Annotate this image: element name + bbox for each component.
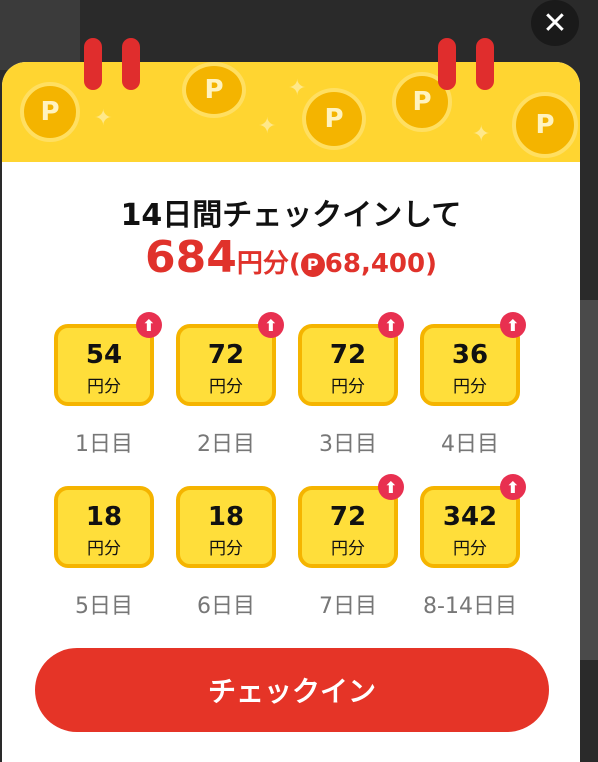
coin-icon: P [302,88,366,150]
day-value: 36 [451,340,489,370]
day-card-2: 72 円分 [176,324,276,406]
day-card-6: 18 円分 [176,486,276,568]
day-label: 8-14日目 [423,594,517,619]
checkin-title: 14日間チェックインして [120,198,462,233]
total-reward-unit: 円分 [236,249,289,279]
day-value: 72 [329,502,367,532]
day-label: 1日目 [75,432,133,457]
day-card-1: 54 円分 [54,324,154,406]
sparkle-icon: ✦ [94,106,113,131]
checkin-button[interactable]: チェックイン [35,648,549,732]
total-reward: 684円分(P 68,400) [145,232,437,283]
sparkle-icon: ✦ [472,122,491,147]
day-card-5: 18 円分 [54,486,154,568]
day-card-4: 36 円分 [420,324,520,406]
points-icon: P [300,252,325,277]
day-label: 3日目 [319,432,377,457]
sparkle-icon: ✦ [258,114,277,139]
total-reward-value: 684 [145,232,237,283]
day-value: 72 [329,340,367,370]
boost-up-icon: ⬆ [500,312,526,338]
day-value: 54 [85,340,123,370]
sparkle-icon: ✦ [288,76,307,101]
day-unit: 円分 [453,539,487,559]
day-unit: 円分 [453,377,487,397]
boost-up-icon: ⬆ [136,312,162,338]
binder-ring [476,38,494,90]
day-value: 342 [442,502,498,532]
day-unit: 円分 [331,377,365,397]
day-card-3: 72 円分 [298,324,398,406]
close-icon: ✕ [542,5,568,41]
day-label: 4日目 [441,432,499,457]
day-value: 18 [207,502,245,532]
day-unit: 円分 [87,377,121,397]
day-unit: 円分 [209,539,243,559]
close-button[interactable]: ✕ [531,0,579,46]
binder-ring [122,38,140,90]
day-label: 7日目 [319,594,377,619]
boost-up-icon: ⬆ [378,312,404,338]
boost-up-icon: ⬆ [500,474,526,500]
day-card-7: 72 円分 [298,486,398,568]
coin-icon: P [512,92,578,158]
day-card-8: 342 円分 [420,486,520,568]
day-value: 18 [85,502,123,532]
day-value: 72 [207,340,245,370]
day-unit: 円分 [87,539,121,559]
day-label: 6日目 [197,594,255,619]
coin-icon: P [182,62,246,118]
checkin-modal: P P P P P ✦ ✦ ✦ ✦ 14日間チェックインして 684円分(P 68… [2,62,580,762]
total-points: 68,400 [324,249,426,279]
boost-up-icon: ⬆ [258,312,284,338]
boost-up-icon: ⬆ [378,474,404,500]
day-label: 2日目 [197,432,255,457]
binder-ring [84,38,102,90]
day-label: 5日目 [75,594,133,619]
background-image-left [0,0,80,70]
day-unit: 円分 [209,377,243,397]
day-unit: 円分 [331,539,365,559]
coin-icon: P [20,82,80,142]
binder-ring [438,38,456,90]
background-image-right [578,300,598,660]
